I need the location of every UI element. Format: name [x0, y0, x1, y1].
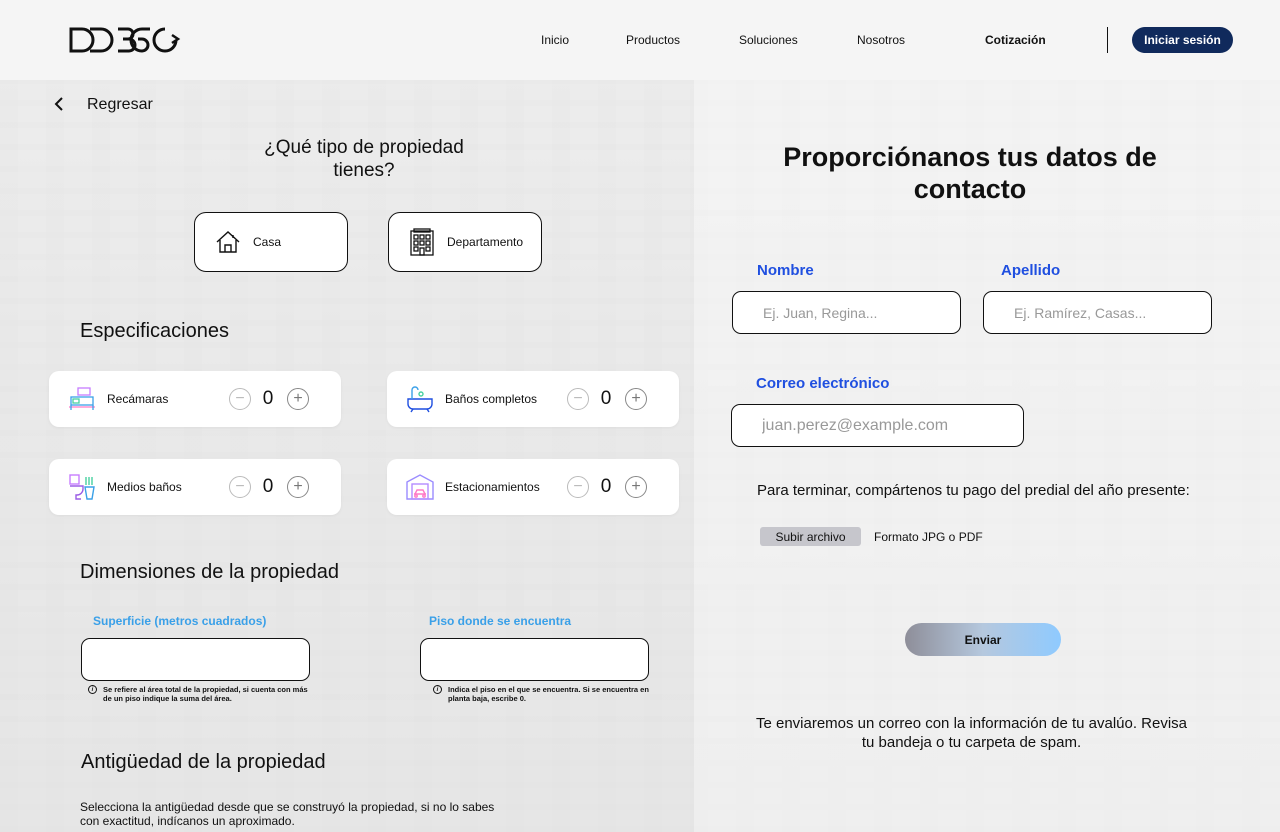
spec-count: 0: [600, 476, 612, 497]
age-title: Antigüedad de la propiedad: [81, 751, 326, 773]
nav-productos[interactable]: Productos: [626, 33, 680, 47]
nav-inicio[interactable]: Inicio: [541, 33, 569, 47]
last-name-label: Apellido: [1001, 262, 1061, 279]
back-label: Regresar: [87, 96, 153, 113]
floor-label: Piso donde se encuentra: [429, 614, 572, 628]
email-notice: Te enviaremos un correo con la informaci…: [755, 715, 1188, 751]
nav-nosotros[interactable]: Nosotros: [857, 33, 905, 47]
logo[interactable]: [68, 26, 182, 54]
floor-input[interactable]: [420, 638, 649, 681]
surface-input[interactable]: [81, 638, 310, 681]
email-input[interactable]: [731, 404, 1024, 447]
spec-count: 0: [262, 388, 274, 409]
info-icon: i: [88, 685, 97, 694]
property-type-label: Departamento: [447, 235, 524, 249]
decrement-button[interactable]: −: [229, 476, 251, 498]
spec-card-medios-banos: Medios baños − 0 +: [49, 459, 341, 515]
first-name-label: Nombre: [757, 262, 814, 279]
increment-button[interactable]: +: [625, 388, 647, 410]
top-navbar: Inicio Productos Soluciones Nosotros Cot…: [0, 0, 1280, 80]
bathtub-icon: [407, 386, 433, 413]
surface-label: Superficie (metros cuadrados): [93, 614, 267, 628]
nav-soluciones[interactable]: Soluciones: [739, 33, 798, 47]
increment-button[interactable]: +: [287, 476, 309, 498]
specs-title: Especificaciones: [80, 320, 229, 342]
spec-count: 0: [262, 476, 274, 497]
info-icon: i: [433, 685, 442, 694]
spec-label: Recámaras: [107, 392, 169, 406]
property-type-label: Casa: [253, 235, 282, 249]
property-type-casa[interactable]: Casa: [194, 212, 348, 272]
spec-card-banos-completos: Baños completos − 0 +: [387, 371, 679, 427]
house-icon: [216, 231, 240, 253]
bed-icon: [69, 387, 95, 410]
nav-divider: [1107, 27, 1108, 53]
building-icon: [410, 228, 434, 256]
predial-instruction: Para terminar, compártenos tu pago del p…: [757, 482, 1190, 499]
login-button[interactable]: Iniciar sesión: [1132, 27, 1233, 53]
email-label: Correo electrónico: [756, 375, 890, 392]
send-button[interactable]: Enviar: [905, 623, 1061, 656]
property-type-departamento[interactable]: Departamento: [388, 212, 542, 272]
first-name-input[interactable]: [732, 291, 961, 334]
decrement-button[interactable]: −: [229, 388, 251, 410]
toilet-icon: [69, 474, 95, 500]
back-button[interactable]: Regresar: [52, 95, 153, 113]
spec-label: Baños completos: [445, 392, 538, 406]
file-format-note: Formato JPG o PDF: [874, 530, 983, 544]
last-name-input[interactable]: [983, 291, 1212, 334]
increment-button[interactable]: +: [287, 388, 309, 410]
decrement-button[interactable]: −: [567, 476, 589, 498]
left-panel: [0, 80, 694, 832]
decrement-button[interactable]: −: [567, 388, 589, 410]
spec-card-recamaras: Recámaras − 0 +: [49, 371, 341, 427]
spec-label: Medios baños: [107, 480, 182, 494]
increment-button[interactable]: +: [625, 476, 647, 498]
nav-cotizacion[interactable]: Cotización: [985, 33, 1046, 47]
spec-card-estacionamientos: Estacionamientos − 0 +: [387, 459, 679, 515]
garage-icon: [406, 474, 434, 500]
spec-count: 0: [600, 388, 612, 409]
dimensions-title: Dimensiones de la propiedad: [80, 561, 340, 583]
property-type-question: ¿Qué tipo de propiedad tienes?: [264, 137, 464, 181]
upload-file-button[interactable]: Subir archivo: [760, 527, 861, 546]
contact-title: Proporciónanos tus datos de contacto: [783, 142, 1157, 204]
chevron-left-icon: [54, 97, 63, 111]
spec-label: Estacionamientos: [445, 480, 540, 494]
age-description: Selecciona la antigüedad desde que se co…: [80, 800, 495, 828]
